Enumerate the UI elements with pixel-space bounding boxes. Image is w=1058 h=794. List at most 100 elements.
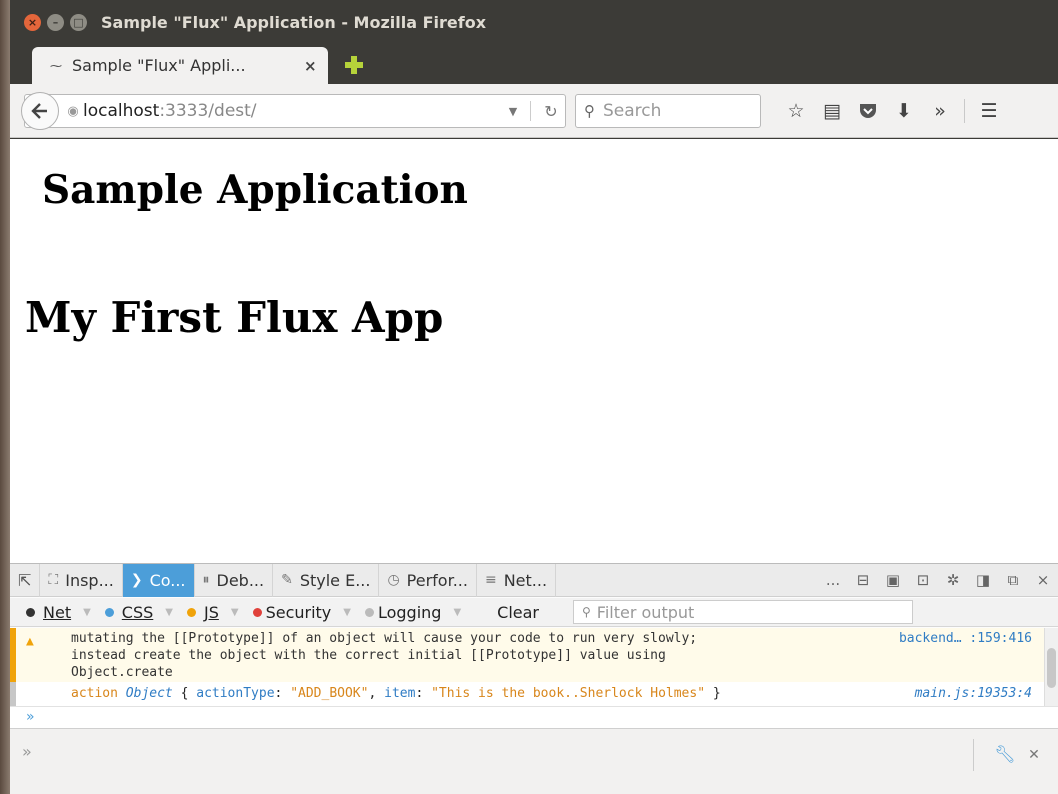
browser-tab[interactable]: ⁓ Sample "Flux" Appli... × bbox=[32, 47, 328, 84]
flux-app-heading: My First Flux App bbox=[25, 293, 444, 342]
navigation-bar: ◉ localhost :3333/dest/ ▼ ↻ ⚲ Search ☆ ▤… bbox=[10, 84, 1058, 138]
search-icon: ⚲ bbox=[584, 102, 595, 120]
tab-label: Net... bbox=[503, 570, 548, 590]
scrollbar-thumb[interactable] bbox=[1047, 648, 1056, 688]
url-path: :3333/dest/ bbox=[159, 101, 257, 121]
console-scrollbar[interactable] bbox=[1044, 628, 1058, 706]
favicon-icon: ⁓ bbox=[50, 58, 62, 73]
bookmark-star-icon[interactable]: ☆ bbox=[778, 98, 814, 124]
screenshot-icon[interactable]: ⊡ bbox=[908, 571, 938, 589]
close-window-button[interactable]: × bbox=[24, 13, 41, 31]
tab-inspector[interactable]: ⛶ Insp... bbox=[40, 563, 123, 597]
security-dot-icon bbox=[252, 607, 262, 617]
devtools-panel: ⇱ ⛶ Insp... ❯ Co... ⏸ Deb... ✎ Style E..… bbox=[10, 563, 1058, 794]
net-dot-icon bbox=[26, 607, 35, 617]
settings-gear-icon[interactable]: ✲ bbox=[938, 571, 968, 589]
log-text: action Object { actionType: "ADD_BOOK", … bbox=[71, 686, 721, 701]
js-dot-icon bbox=[186, 607, 196, 617]
tab-label: Perfor... bbox=[406, 570, 468, 590]
minimize-window-button[interactable]: – bbox=[47, 13, 64, 31]
dropdown-arrow-icon[interactable]: ▼ bbox=[453, 607, 461, 618]
pick-element-icon: ⇱ bbox=[18, 570, 32, 590]
download-icon[interactable]: ⬇ bbox=[886, 98, 922, 124]
dropdown-arrow-icon[interactable]: ▼ bbox=[343, 607, 351, 618]
sample-application-heading: Sample Application bbox=[42, 167, 468, 213]
filter-net[interactable]: Net ▼ bbox=[26, 603, 91, 622]
dropdown-arrow-icon[interactable]: ▼ bbox=[502, 105, 524, 118]
search-placeholder: Search bbox=[603, 101, 662, 121]
console-log-message: action Object { actionType: "ADD_BOOK", … bbox=[10, 682, 1044, 706]
tab-network[interactable]: ≡ Net... bbox=[477, 563, 557, 597]
split-console-icon[interactable]: ⊟ bbox=[848, 571, 878, 589]
console-icon: ❯ bbox=[130, 572, 143, 588]
tab-label: Co... bbox=[149, 570, 186, 590]
log-key: actionType bbox=[196, 686, 275, 701]
addon-bar-right: 🔧︎ ✕ bbox=[973, 739, 1048, 771]
close-icon[interactable]: ✕ bbox=[1020, 747, 1048, 763]
scratchpad-icon[interactable]: ▣ bbox=[878, 571, 908, 589]
log-value: "ADD_BOOK" bbox=[290, 686, 369, 701]
reload-icon[interactable]: ↻ bbox=[537, 102, 565, 121]
console-warning-message: ▲ mutating the [[Prototype]] of an objec… bbox=[10, 628, 1044, 682]
inspector-icon: ⛶ bbox=[48, 572, 59, 588]
style-editor-icon: ✎ bbox=[281, 572, 293, 588]
tab-debugger[interactable]: ⏸ Deb... bbox=[195, 563, 274, 597]
log-value: "This is the book..Sherlock Holmes" bbox=[431, 686, 706, 701]
filter-security[interactable]: Security ▼ bbox=[252, 602, 351, 622]
reading-list-icon[interactable]: ▤ bbox=[814, 98, 850, 124]
tab-console[interactable]: ❯ Co... bbox=[122, 563, 195, 597]
network-icon: ≡ bbox=[484, 572, 497, 588]
pick-element-button[interactable]: ⇱ bbox=[10, 563, 41, 597]
log-key: item bbox=[384, 686, 416, 701]
console-filter-bar: Net ▼ CSS ▼ JS ▼ Security ▼ Logging ▼ Cl… bbox=[10, 598, 1058, 627]
wrench-icon[interactable]: 🔧︎ bbox=[990, 745, 1020, 765]
undock-icon[interactable]: ⧉ bbox=[998, 571, 1028, 589]
console-output: ▲ mutating the [[Prototype]] of an objec… bbox=[10, 628, 1058, 706]
debugger-icon: ⏸ bbox=[202, 572, 210, 588]
log-label: action bbox=[71, 686, 118, 701]
window-title: Sample "Flux" Application - Mozilla Fire… bbox=[101, 12, 487, 32]
pocket-shape bbox=[860, 104, 876, 118]
menu-icon[interactable]: ☰ bbox=[971, 98, 1007, 124]
filter-label: Net bbox=[43, 602, 72, 622]
maximize-window-button[interactable]: □ bbox=[70, 13, 87, 31]
filter-label: CSS bbox=[121, 602, 154, 622]
url-bar[interactable]: ◉ localhost :3333/dest/ ▼ ↻ bbox=[21, 92, 566, 130]
new-tab-icon[interactable] bbox=[345, 56, 363, 74]
clear-button[interactable]: Clear bbox=[497, 603, 539, 622]
tab-style-editor[interactable]: ✎ Style E... bbox=[273, 563, 380, 597]
dropdown-arrow-icon[interactable]: ▼ bbox=[231, 607, 239, 618]
search-bar[interactable]: ⚲ Search bbox=[575, 94, 761, 128]
log-object-link[interactable]: Object bbox=[126, 686, 173, 701]
back-button[interactable] bbox=[21, 92, 59, 130]
filter-css[interactable]: CSS ▼ bbox=[104, 602, 173, 622]
tab-label: Insp... bbox=[65, 570, 114, 590]
addon-chevron-icon[interactable]: » bbox=[22, 742, 32, 761]
dropdown-arrow-icon[interactable]: ▼ bbox=[165, 607, 173, 618]
log-source-link[interactable]: main.js:19353:4 bbox=[915, 686, 1032, 701]
filter-logging[interactable]: Logging ▼ bbox=[364, 603, 461, 622]
filter-js[interactable]: JS ▼ bbox=[186, 602, 239, 622]
dropdown-arrow-icon[interactable]: ▼ bbox=[83, 607, 91, 618]
titlebar: × – □ Sample "Flux" Application - Mozill… bbox=[10, 0, 1058, 44]
filter-label: Security bbox=[265, 602, 332, 622]
dock-side-icon[interactable]: ◨ bbox=[968, 571, 998, 589]
warning-source-link[interactable]: backend… :159:416 bbox=[899, 631, 1032, 646]
tab-title: Sample "Flux" Appli... bbox=[72, 56, 246, 75]
globe-icon: ◉ bbox=[67, 103, 79, 119]
more-tools-button[interactable]: ... bbox=[818, 571, 848, 589]
overflow-chevron-icon[interactable]: » bbox=[922, 98, 958, 124]
tab-label: Style E... bbox=[299, 570, 371, 590]
close-devtools-icon[interactable]: × bbox=[1028, 571, 1058, 589]
filter-output-input[interactable]: ⚲ Filter output bbox=[573, 600, 913, 624]
filter-label: JS bbox=[203, 602, 219, 622]
prompt-chevron-icon: » bbox=[26, 709, 35, 725]
css-dot-icon bbox=[104, 607, 114, 617]
tab-performance[interactable]: ◷ Perfor... bbox=[379, 563, 477, 597]
tab-close-icon[interactable]: × bbox=[304, 57, 328, 75]
back-arrow-icon bbox=[31, 103, 47, 119]
pocket-icon[interactable] bbox=[850, 98, 886, 124]
console-input[interactable]: » bbox=[10, 706, 1058, 728]
devtools-toolbar-right: ... ⊟ ▣ ⊡ ✲ ◨ ⧉ × bbox=[818, 571, 1058, 589]
devtools-toolbar: ⇱ ⛶ Insp... ❯ Co... ⏸ Deb... ✎ Style E..… bbox=[10, 563, 1058, 597]
